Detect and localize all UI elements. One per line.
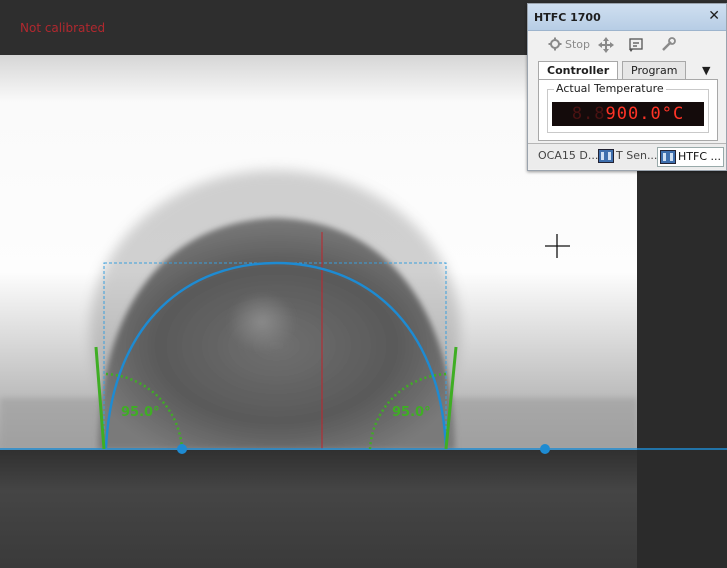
move-button[interactable] (598, 37, 614, 53)
tab-menu-dropdown-icon[interactable]: ▼ (702, 64, 710, 77)
bottom-tab-t-sensor-label: T Sen... (616, 149, 658, 162)
tab-program[interactable]: Program (622, 61, 687, 79)
download-icon (629, 38, 643, 52)
bottom-tab-oca15-label: OCA15 D... (538, 149, 599, 162)
download-button[interactable] (628, 37, 644, 53)
calibration-status: Not calibrated (20, 21, 106, 35)
bottom-tab-htfc-label: HTFC ... (678, 150, 721, 163)
left-angle-label: 95.0° (121, 405, 160, 420)
stop-label: Stop (565, 37, 591, 51)
actual-temperature-label: Actual Temperature (554, 82, 666, 95)
device-icon (598, 149, 614, 163)
temperature-value: 900.0°C (605, 104, 685, 124)
tab-controller[interactable]: Controller (538, 61, 619, 80)
close-button[interactable]: ✕ (708, 8, 720, 24)
controller-content: Actual Temperature 8.8900.0°C (538, 79, 718, 141)
drop-highlight (228, 292, 296, 352)
htfc-panel: HTFC 1700 ✕ Stop Controller Program ▼ Ac… (527, 3, 727, 171)
actual-temperature-group: Actual Temperature 8.8900.0°C (547, 82, 709, 133)
baseline-handle-right[interactable] (540, 444, 550, 454)
stop-button[interactable]: Stop (548, 37, 590, 51)
panel-titlebar[interactable]: HTFC 1700 ✕ (528, 4, 726, 31)
bottom-tab-htfc[interactable]: HTFC ... (657, 147, 724, 167)
bottom-tab-strip: OCA15 D... T Sen... HTFC ... (528, 143, 726, 169)
panel-toolbar: Stop (528, 34, 726, 56)
bottom-tab-oca15[interactable]: OCA15 D... (538, 147, 598, 165)
move-icon (598, 37, 614, 53)
substrate (0, 450, 637, 568)
tools-icon (662, 37, 676, 51)
right-angle-label: 95.0° (392, 405, 431, 420)
stop-icon (548, 37, 562, 51)
device-icon (660, 150, 676, 164)
panel-title: HTFC 1700 (534, 11, 601, 24)
display-ghost-digits: 8.8 (571, 104, 606, 124)
baseline-handle-left[interactable] (177, 444, 187, 454)
tools-button[interactable] (660, 37, 676, 53)
temperature-display: 8.8900.0°C (552, 102, 704, 126)
bottom-tab-t-sensor[interactable]: T Sen... (598, 147, 657, 165)
